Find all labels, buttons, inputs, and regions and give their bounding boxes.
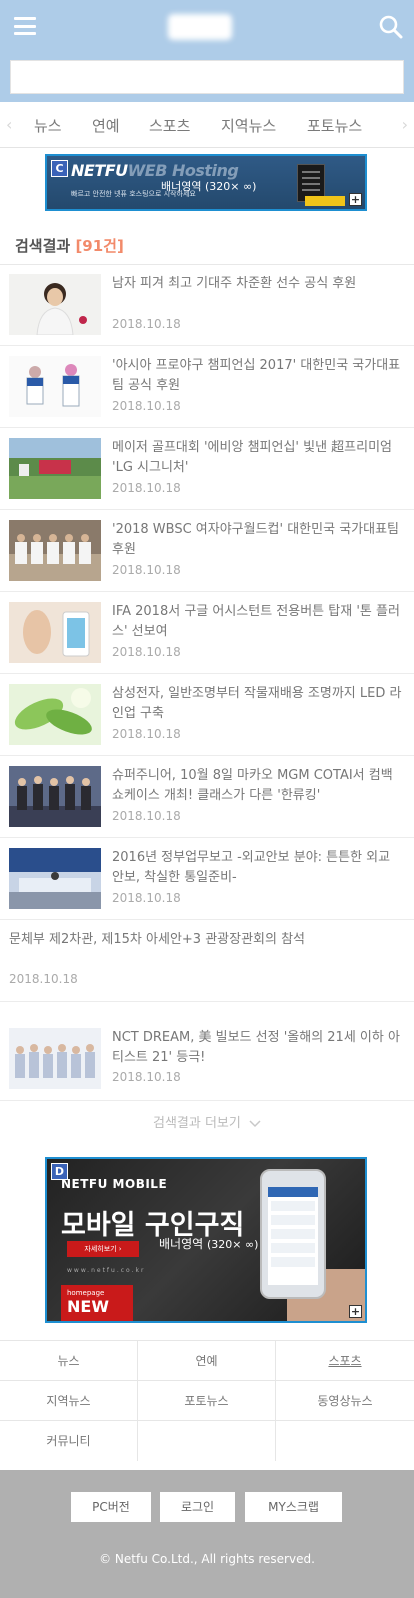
banner-mini-button	[305, 196, 345, 206]
chevron-left-icon[interactable]: ‹	[6, 115, 12, 134]
plus-icon[interactable]: +	[349, 1305, 362, 1318]
banner-tag: C	[51, 160, 68, 177]
news-thumbnail	[9, 520, 101, 581]
news-date: 2018.10.18	[112, 317, 181, 331]
news-title: 남자 피겨 최고 기대주 차준환 선수 공식 후원	[112, 276, 357, 291]
news-title: 슈퍼주니어, 10월 8일 마카오 MGM COTAI서 컴백 쇼케이스 개최!…	[112, 768, 393, 803]
news-title: '2018 WBSC 여자야구월드컵' 대한민국 국가대표팀 후원	[112, 522, 399, 557]
news-title: IFA 2018서 구글 어시스턴트 전용버튼 탑재 '톤 플러스' 선보여	[112, 604, 400, 639]
news-date: 2018.10.18	[112, 1070, 181, 1084]
chevron-right-icon[interactable]: ›	[402, 115, 408, 134]
news-item[interactable]: 2016년 정부업무보고 -외교안보 분야: 튼튼한 외교안보, 착실한 통일준…	[0, 838, 414, 920]
news-item[interactable]: '2018 WBSC 여자야구월드컵' 대한민국 국가대표팀 후원 2018.1…	[0, 510, 414, 592]
news-item[interactable]: NCT DREAM, 美 빌보드 선정 '올해의 21세 이하 아티스트 21'…	[0, 1002, 414, 1101]
search-icon[interactable]	[378, 14, 404, 40]
site-footer: PC버전 로그인 MY스크랩 © Netfu Co.Ltd., All righ…	[0, 1470, 414, 1598]
chevron-down-icon	[249, 1119, 261, 1127]
site-logo[interactable]	[168, 14, 232, 40]
news-title: 메이저 골프대회 '에비앙 챔피언십' 빛낸 超프리미엄 'LG 시그니처'	[112, 440, 393, 475]
result-count: [91건]	[75, 237, 124, 255]
news-date: 2018.10.18	[112, 481, 181, 495]
news-date: 2018.10.18	[112, 563, 181, 577]
nav-item-sports[interactable]: 스포츠	[149, 115, 190, 136]
news-item[interactable]: 삼성전자, 일반조명부터 작물재배용 조명까지 LED 라인업 구축 2018.…	[0, 674, 414, 756]
footer-nav-photo-news[interactable]: 포토뉴스	[138, 1381, 276, 1421]
menu-icon[interactable]	[14, 17, 36, 35]
news-thumbnail	[9, 848, 101, 909]
news-date: 2018.10.18	[112, 645, 181, 659]
plus-icon[interactable]: +	[349, 193, 362, 206]
news-item[interactable]: IFA 2018서 구글 어시스턴트 전용버튼 탑재 '톤 플러스' 선보여 2…	[0, 592, 414, 674]
news-title: NCT DREAM, 美 빌보드 선정 '올해의 21세 이하 아티스트 21'…	[112, 1030, 400, 1065]
footer-nav-local-news[interactable]: 지역뉴스	[0, 1381, 138, 1421]
nav-item-entertainment[interactable]: 연예	[92, 115, 120, 136]
news-title: 2016년 정부업무보고 -외교안보 분야: 튼튼한 외교안보, 착실한 통일준…	[112, 850, 391, 885]
news-item[interactable]: '아시아 프로야구 챔피언십 2017' 대한민국 국가대표팀 공식 후원 20…	[0, 346, 414, 428]
banner-new-badge: homepage NEW	[61, 1285, 133, 1321]
nav-item-photo-news[interactable]: 포토뉴스	[307, 115, 362, 136]
news-thumbnail	[9, 438, 101, 499]
banner-url: www.netfu.co.kr	[67, 1267, 146, 1274]
banner-label: 배너영역 (320× ∞)	[159, 1237, 259, 1251]
footer-nav: 뉴스 연예 스포츠 지역뉴스 포토뉴스 동영상뉴스 커뮤니티	[0, 1340, 414, 1461]
footer-nav-video-news[interactable]: 동영상뉴스	[276, 1381, 414, 1421]
news-thumbnail	[9, 684, 101, 745]
banner-d[interactable]: D NETFU MOBILE 모바일 구인구직 자세히보기 › www.netf…	[45, 1157, 367, 1323]
footer-nav-empty	[138, 1421, 276, 1461]
banner-detail-button: 자세히보기 ›	[67, 1241, 139, 1257]
footer-nav-entertainment[interactable]: 연예	[138, 1341, 276, 1381]
news-item[interactable]: 메이저 골프대회 '에비앙 챔피언십' 빛낸 超프리미엄 'LG 시그니처' 2…	[0, 428, 414, 510]
news-date: 2018.10.18	[9, 972, 78, 986]
news-item[interactable]: 문체부 제2차관, 제15차 아세안+3 관광장관회의 참석 2018.10.1…	[0, 920, 414, 1002]
pc-version-button[interactable]: PC버전	[71, 1492, 151, 1522]
news-thumbnail	[9, 1028, 101, 1089]
news-thumbnail	[9, 274, 101, 335]
search-input[interactable]	[11, 61, 403, 93]
banner-label: 배너영역 (320× ∞)	[161, 180, 257, 193]
news-item[interactable]: 남자 피겨 최고 기대주 차준환 선수 공식 후원 2018.10.18	[0, 264, 414, 346]
search-box[interactable]	[10, 60, 404, 94]
result-header: 검색결과 [91건]	[15, 237, 124, 255]
news-date: 2018.10.18	[112, 891, 181, 905]
news-item[interactable]: 슈퍼주니어, 10월 8일 마카오 MGM COTAI서 컴백 쇼케이스 개최!…	[0, 756, 414, 838]
category-nav: ‹ 뉴스 연예 스포츠 지역뉴스 포토뉴스 ›	[0, 102, 414, 148]
banner-c[interactable]: C NETFUWEB Hosting 빠르고 안전한 넷퓨 호스팅으로 시작하세…	[45, 154, 367, 211]
news-thumbnail	[9, 602, 101, 663]
phone-icon	[260, 1169, 326, 1299]
footer-nav-sports[interactable]: 스포츠	[276, 1341, 414, 1381]
footer-nav-news[interactable]: 뉴스	[0, 1341, 138, 1381]
nav-item-news[interactable]: 뉴스	[34, 115, 62, 136]
login-button[interactable]: 로그인	[160, 1492, 235, 1522]
news-title: 문체부 제2차관, 제15차 아세안+3 관광장관회의 참석	[9, 932, 306, 947]
news-title: '아시아 프로야구 챔피언십 2017' 대한민국 국가대표팀 공식 후원	[112, 358, 401, 393]
news-title: 삼성전자, 일반조명부터 작물재배용 조명까지 LED 라인업 구축	[112, 686, 402, 721]
top-header	[0, 0, 414, 102]
footer-nav-community[interactable]: 커뮤니티	[0, 1421, 138, 1461]
load-more-button[interactable]: 검색결과 더보기	[0, 1107, 414, 1147]
news-date: 2018.10.18	[112, 809, 181, 823]
news-thumbnail	[9, 356, 101, 417]
news-date: 2018.10.18	[112, 399, 181, 413]
news-date: 2018.10.18	[112, 727, 181, 741]
news-thumbnail	[9, 766, 101, 827]
nav-item-local-news[interactable]: 지역뉴스	[221, 115, 276, 136]
my-scrap-button[interactable]: MY스크랩	[245, 1492, 342, 1522]
copyright: © Netfu Co.Ltd., All rights reserved.	[99, 1552, 315, 1566]
banner-heading: NETFU MOBILE	[61, 1177, 168, 1191]
